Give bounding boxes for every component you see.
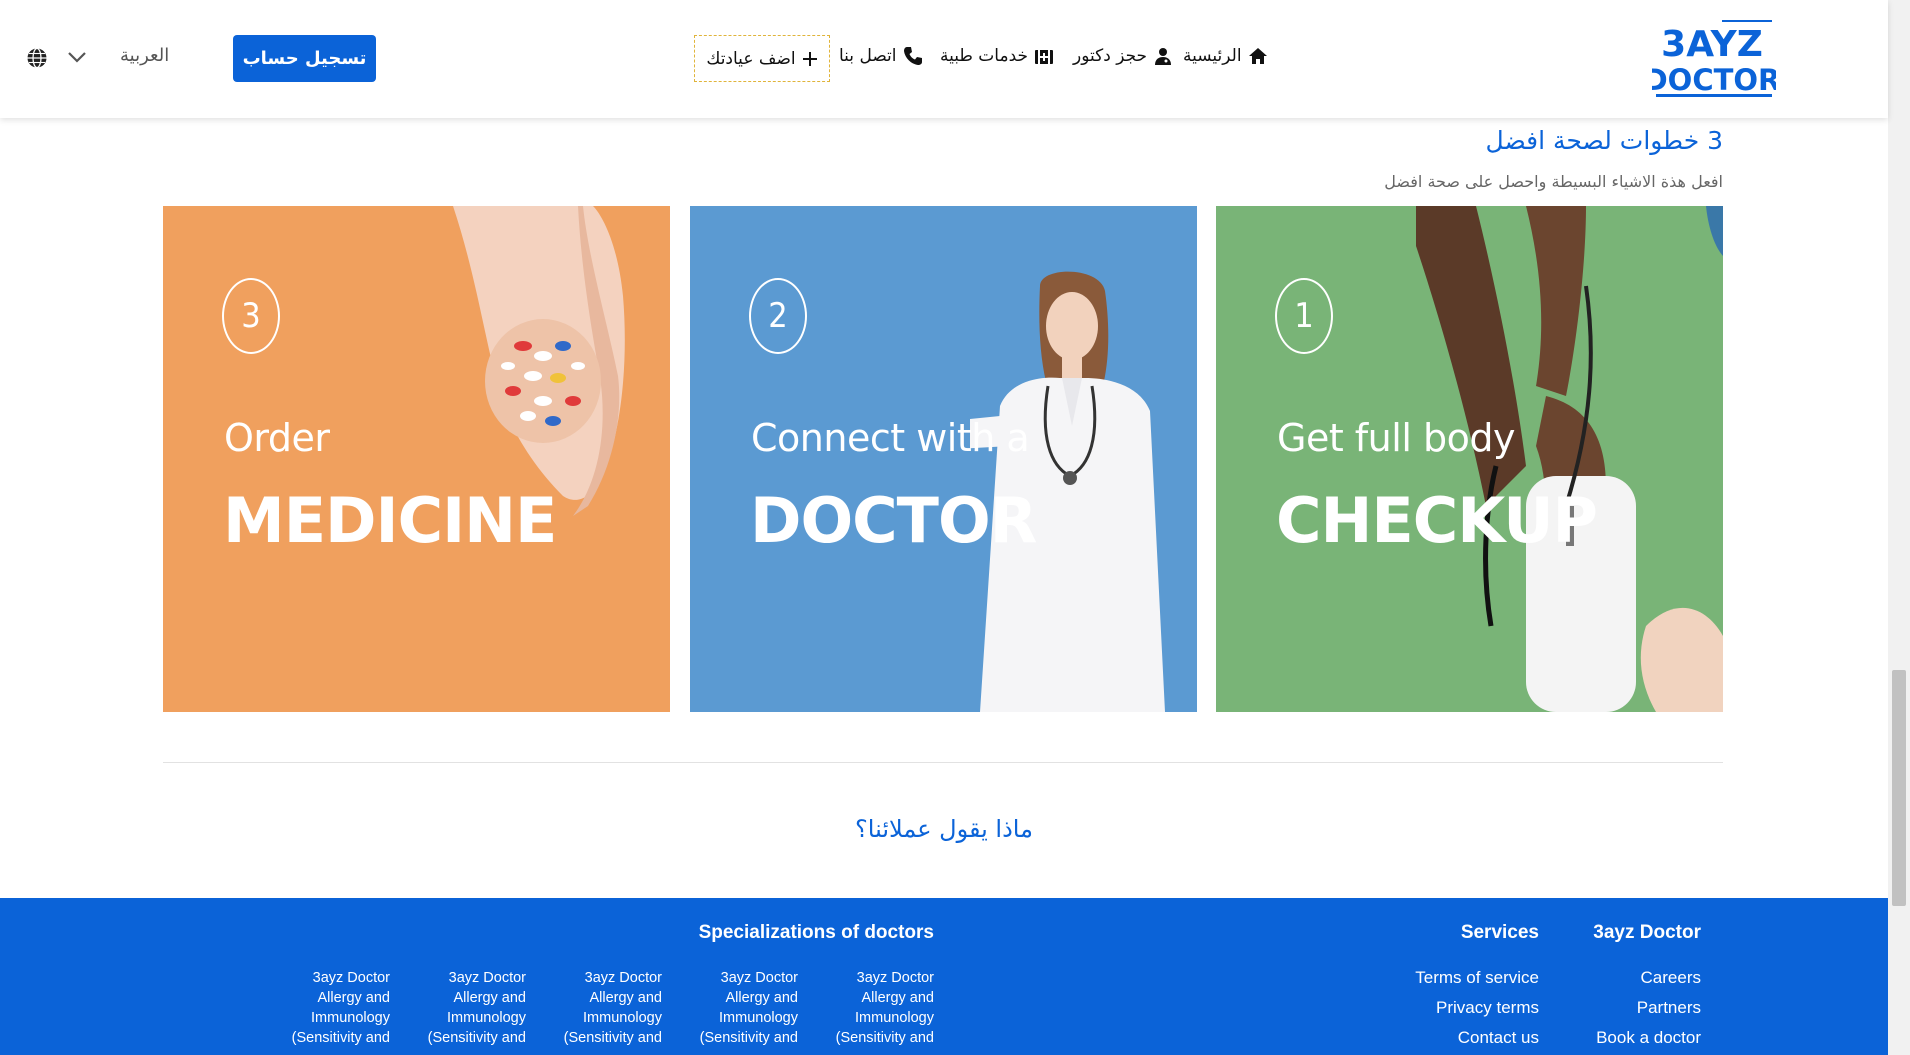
step-line1: Get full body [1277,416,1515,460]
step-line2: MEDICINE [223,484,557,557]
steps-subtitle: افعل هذة الاشياء البسيطة واحصل على صحة ا… [1384,172,1723,191]
nav-book-doctor[interactable]: حجز دكتور [1073,42,1173,70]
step-line2: CHECKUP [1276,484,1598,557]
language-label[interactable]: العربية [120,45,169,66]
footer-specializations-heading: Specializations of doctors [698,922,934,943]
logo-line1: 3AYZ [1661,24,1763,65]
top-navbar: 3AYZ DOCTOR الرئيسية حجز دكتور خدمات طبي… [0,0,1888,118]
step-number: 1 [1275,278,1333,354]
nav-home-label: الرئيسية [1183,46,1242,66]
add-clinic-button[interactable]: اضف عيادتك [694,35,830,82]
specialization-item[interactable]: 3ayz Doctor Allergy and Immunology (Sens… [552,968,662,1048]
footer-link-privacy[interactable]: Privacy terms [1415,998,1539,1028]
testimonials-title: ماذا يقول عملائنا؟ [855,815,1033,843]
nav-contact-label: اتصل بنا [839,46,897,66]
footer-services-links: Terms of service Privacy terms Contact u… [1415,968,1539,1055]
specialization-item[interactable]: 3ayz Doctor Allergy and Immunology (Sens… [416,968,526,1048]
specialization-item[interactable]: 3ayz Doctor Allergy and Immunology (Sens… [280,968,390,1048]
globe-icon[interactable] [26,47,48,69]
nav-home[interactable]: الرئيسية [1183,42,1268,70]
step-card-medicine[interactable]: 3 Order MEDICINE [163,206,670,712]
step-card-doctor[interactable]: 2 Connect with a DOCTOR [690,206,1197,712]
footer-link-partners[interactable]: Partners [1596,998,1701,1028]
nav-contact[interactable]: اتصل بنا [839,42,923,70]
step-number: 3 [222,278,280,354]
add-clinic-label: اضف عيادتك [706,48,796,69]
medical-kit-icon [1035,50,1054,64]
specialization-item[interactable]: 3ayz Doctor Allergy and Immunology (Sens… [824,968,934,1048]
plus-icon [802,51,817,66]
site-logo[interactable]: 3AYZ DOCTOR [1652,18,1776,100]
register-button[interactable]: تسجيل حساب [233,35,376,82]
hands-pills-image [453,206,625,516]
nav-book-doctor-label: حجز دكتور [1073,46,1148,66]
home-icon [1248,48,1267,64]
specialization-item[interactable]: 3ayz Doctor Allergy and Immunology (Sens… [688,968,798,1048]
logo-line2: DOCTOR [1652,63,1776,97]
chevron-down-icon[interactable] [66,48,88,66]
footer-link-terms[interactable]: Terms of service [1415,968,1539,998]
footer-link-contact[interactable]: Contact us [1415,1028,1539,1055]
step-line2: DOCTOR [750,484,1037,557]
scrollbar-thumb[interactable] [1892,670,1906,906]
footer-link-book-doctor[interactable]: Book a doctor [1596,1028,1701,1055]
footer-brand-heading: 3ayz Doctor [1593,922,1701,943]
footer-brand-links: Careers Partners Book a doctor [1596,968,1701,1055]
steps-title: 3 خطوات لصحة افضل [1485,126,1723,155]
page-scrollbar[interactable] [1888,0,1910,1055]
footer: 3ayz Doctor Careers Partners Book a doct… [0,898,1888,1055]
page: 3AYZ DOCTOR الرئيسية حجز دكتور خدمات طبي… [0,0,1910,1055]
nav-medical-services[interactable]: خدمات طبية [940,42,1054,70]
footer-services-heading: Services [1460,922,1539,943]
nav-medical-services-label: خدمات طبية [940,46,1029,66]
step-card-checkup[interactable]: 1 Get full body CHECKUP [1216,206,1723,712]
section-divider [163,762,1723,763]
step-number: 2 [749,278,807,354]
step-line1: Order [224,416,330,460]
step-line1: Connect with a [751,416,1030,460]
user-doctor-icon [1155,48,1172,65]
phone-icon [903,47,922,65]
footer-link-careers[interactable]: Careers [1596,968,1701,998]
